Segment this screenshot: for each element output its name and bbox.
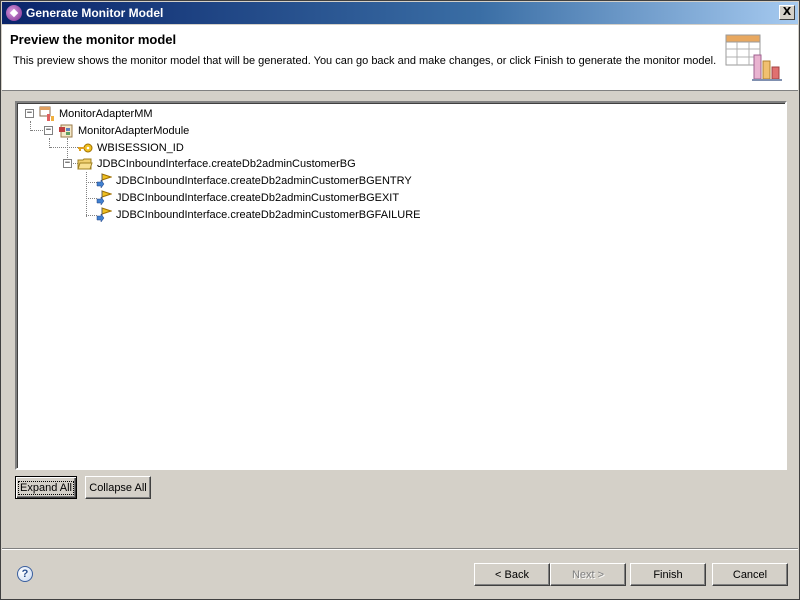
page-title: Preview the monitor model: [10, 32, 177, 47]
event-icon: [96, 207, 112, 223]
event-icon: [96, 190, 112, 206]
tree-node[interactable]: JDBCInboundInterface.createDb2adminCusto…: [77, 156, 356, 172]
expand-all-label: Expand All: [18, 480, 74, 495]
folder-icon: [77, 158, 93, 170]
tree-node-label: JDBCInboundInterface.createDb2adminCusto…: [116, 209, 421, 221]
tree-node-label: JDBCInboundInterface.createDb2adminCusto…: [116, 175, 412, 187]
tree-node-label: JDBCInboundInterface.createDb2adminCusto…: [116, 192, 400, 204]
tree-node-label: MonitorAdapterMM: [59, 108, 153, 120]
module-icon: [59, 124, 73, 138]
monitor-model-tree[interactable]: − MonitorAdapterMM − MonitorAdapterModul…: [15, 101, 787, 470]
close-button[interactable]: X: [779, 5, 795, 20]
collapse-toggle[interactable]: −: [44, 126, 53, 135]
collapse-all-button[interactable]: Collapse All: [85, 476, 151, 499]
page-description: This preview shows the monitor model tha…: [13, 55, 717, 67]
tree-node-label: JDBCInboundInterface.createDb2adminCusto…: [97, 158, 356, 170]
tree-node[interactable]: JDBCInboundInterface.createDb2adminCusto…: [96, 190, 399, 206]
collapse-toggle[interactable]: −: [25, 109, 34, 118]
monitor-model-wizard-icon: [725, 34, 782, 81]
collapse-toggle[interactable]: −: [63, 159, 72, 168]
dialog-window: Generate Monitor Model X Preview the mon…: [0, 0, 800, 600]
window-title: Generate Monitor Model: [26, 6, 164, 20]
tree-node[interactable]: JDBCInboundInterface.createDb2adminCusto…: [96, 173, 412, 189]
tree-connector: [50, 147, 78, 148]
next-button[interactable]: Next >: [550, 563, 626, 586]
monitor-model-icon: [39, 106, 54, 121]
footer-separator: [2, 548, 798, 550]
title-bar[interactable]: Generate Monitor Model X: [2, 2, 798, 24]
cancel-button[interactable]: Cancel: [712, 563, 788, 586]
tree-node-label: MonitorAdapterModule: [78, 125, 190, 137]
help-icon[interactable]: ?: [17, 566, 33, 582]
expand-all-button[interactable]: Expand All: [15, 476, 77, 499]
key-icon: [78, 143, 93, 153]
tree-node[interactable]: MonitorAdapterMM: [39, 106, 153, 122]
app-icon: [6, 5, 22, 21]
tree-node[interactable]: WBISESSION_ID: [77, 140, 184, 156]
tree-node[interactable]: MonitorAdapterModule: [58, 123, 189, 139]
wizard-header: Preview the monitor model This preview s…: [2, 25, 798, 91]
event-icon: [96, 173, 112, 189]
back-button[interactable]: < Back: [474, 563, 550, 586]
tree-node[interactable]: JDBCInboundInterface.createDb2adminCusto…: [96, 207, 420, 223]
tree-connector: [31, 130, 43, 131]
finish-button[interactable]: Finish: [630, 563, 706, 586]
tree-node-label: WBISESSION_ID: [97, 142, 184, 154]
tree-connector: [86, 172, 87, 217]
